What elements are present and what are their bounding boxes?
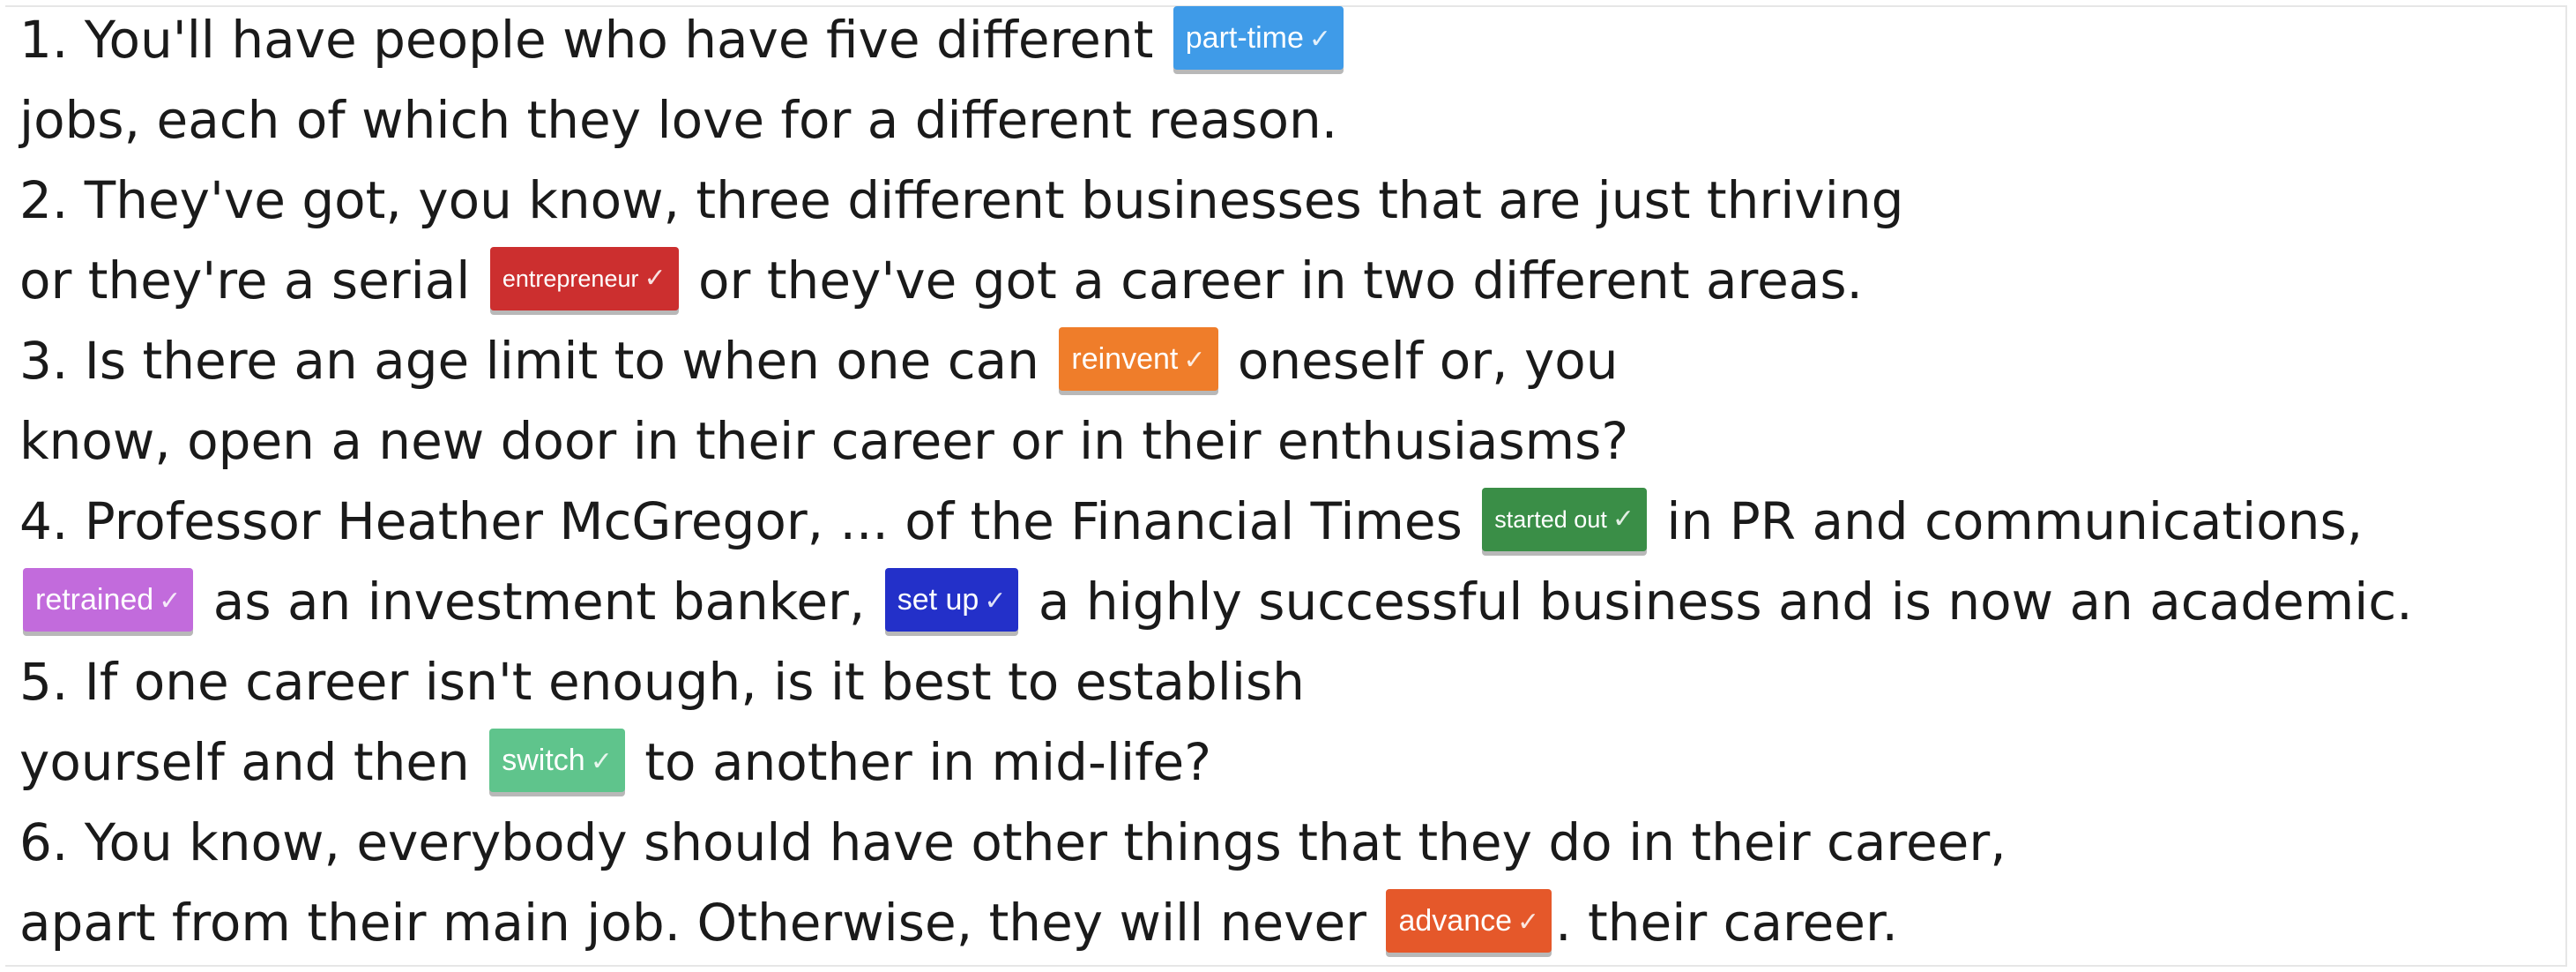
answer-chip-set-up[interactable]: set up ✓	[884, 567, 1019, 632]
sentence-text: in PR and communications,	[1649, 491, 2364, 551]
sentence-line: 6. You know, everybody should have other…	[19, 803, 2567, 883]
sentence-text: jobs, each of which they love for a diff…	[19, 90, 1338, 150]
sentence-text: apart from their main job. Otherwise, th…	[19, 893, 1383, 953]
sentence-line: retrained ✓ as an investment banker, set …	[19, 562, 2567, 642]
sentence-text: . their career.	[1555, 893, 1898, 953]
sentence-line: yourself and then switch ✓ to another in …	[19, 722, 2567, 803]
check-icon: ✓	[984, 586, 1007, 616]
sentence-text: 6. You know, everybody should have other…	[19, 812, 2006, 872]
sentence-text: 3. Is there an age limit to when one can	[19, 331, 1056, 391]
answer-chip-started-out[interactable]: started out ✓	[1482, 487, 1647, 551]
sentence-text: as an investment banker,	[197, 572, 882, 632]
sentence-text: or they're a serial	[19, 250, 487, 310]
sentence-text: or they've got a career in two different…	[681, 250, 1863, 310]
sentence-text: know, open a new door in their career or…	[19, 411, 1629, 471]
exercise-text: 1. You'll have people who have five diff…	[19, 0, 2567, 963]
sentence-line: apart from their main job. Otherwise, th…	[19, 883, 2567, 963]
sentence-line: 1. You'll have people who have five diff…	[19, 0, 2567, 80]
check-icon: ✓	[590, 746, 613, 776]
answer-chip-label: switch	[502, 743, 585, 777]
sentence-text: to another in mid-life?	[628, 732, 1211, 792]
sentence-text: 4. Professor Heather McGregor, ... of th…	[19, 491, 1479, 551]
answer-chip-label: started out	[1494, 505, 1607, 533]
sentence-line: jobs, each of which they love for a diff…	[19, 80, 2567, 161]
answer-chip-entrepreneur[interactable]: entrepreneur ✓	[489, 246, 679, 310]
sentence-text: oneself or, you	[1221, 331, 1619, 391]
answer-chip-label: set up	[897, 582, 979, 617]
answer-chip-label: reinvent	[1071, 341, 1179, 376]
answer-chip-retrained[interactable]: retrained ✓	[23, 567, 194, 632]
sentence-text: 5. If one career isn't enough, is it bes…	[19, 652, 1305, 712]
answer-chip-switch[interactable]: switch ✓	[489, 728, 625, 792]
answer-chip-label: entrepreneur	[502, 265, 639, 292]
answer-chip-label: retrained	[35, 582, 154, 617]
sentence-line: 5. If one career isn't enough, is it bes…	[19, 642, 2567, 722]
sentence-line: know, open a new door in their career or…	[19, 401, 2567, 482]
answer-chip-reinvent[interactable]: reinvent ✓	[1059, 326, 1218, 391]
sentence-text: 1. You'll have people who have five diff…	[19, 10, 1170, 70]
answer-chip-part-time[interactable]: part-time ✓	[1173, 5, 1344, 70]
sentence-line: 3. Is there an age limit to when one can…	[19, 321, 2567, 401]
check-icon: ✓	[1183, 345, 1206, 375]
sentence-line: 4. Professor Heather McGregor, ... of th…	[19, 482, 2567, 562]
sentence-line: or they're a serial entrepreneur ✓ or the…	[19, 241, 2567, 321]
sentence-line: 2. They've got, you know, three differen…	[19, 161, 2567, 241]
check-icon: ✓	[159, 586, 182, 616]
sentence-text: yourself and then	[19, 732, 487, 792]
answer-chip-label: advance	[1398, 903, 1513, 938]
check-icon: ✓	[1517, 907, 1540, 937]
check-icon: ✓	[644, 263, 666, 293]
sentence-text: a highly successful business and is now …	[1022, 572, 2413, 632]
answer-chip-label: part-time	[1185, 20, 1304, 55]
check-icon: ✓	[1612, 504, 1634, 534]
answer-chip-advance[interactable]: advance ✓	[1386, 888, 1552, 953]
sentence-text: 2. They've got, you know, three differen…	[19, 170, 1904, 230]
check-icon: ✓	[1308, 24, 1332, 54]
